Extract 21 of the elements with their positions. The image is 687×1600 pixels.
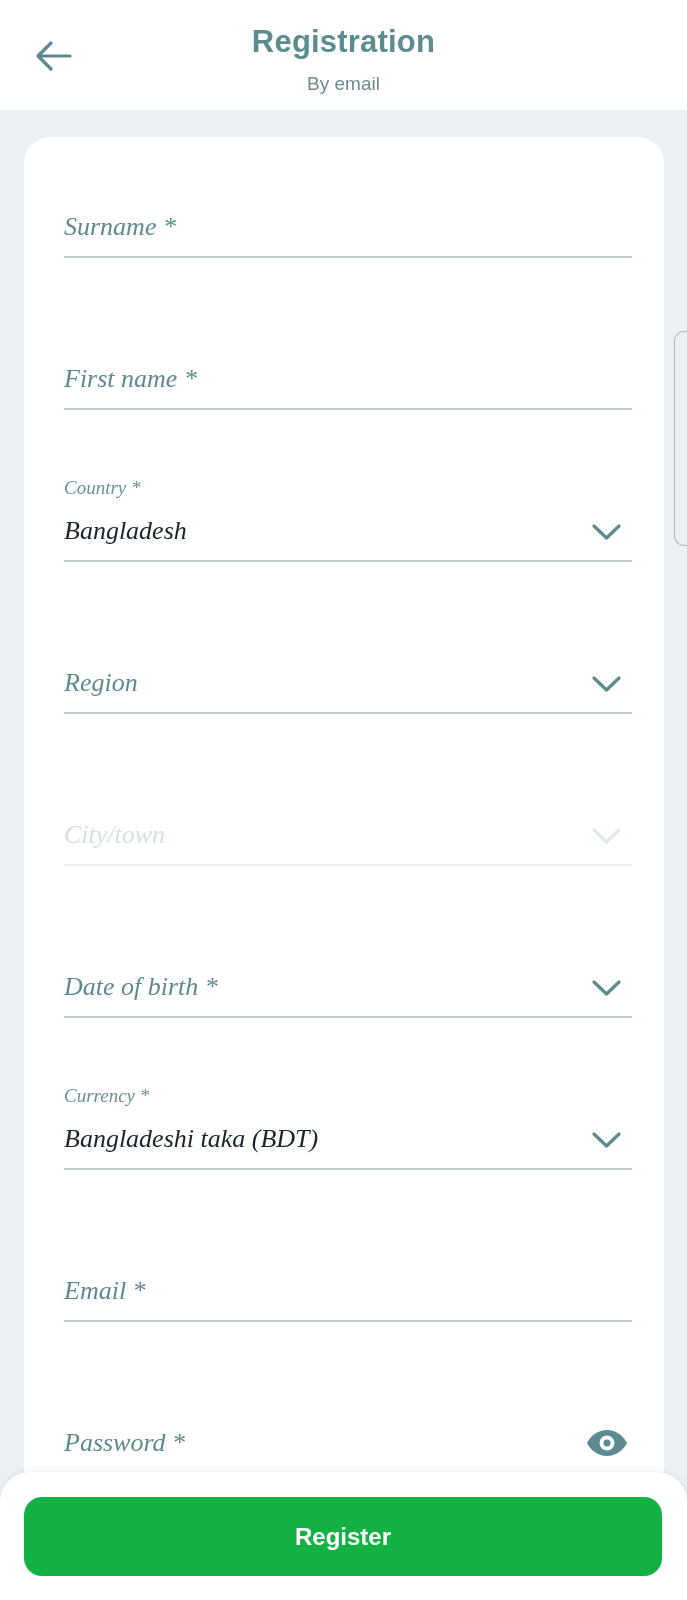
back-button[interactable]	[36, 41, 72, 71]
chevron-down-icon	[592, 524, 621, 540]
arrow-left-icon	[36, 41, 72, 71]
chevron-down-icon	[592, 676, 621, 692]
chevron-down-icon	[592, 980, 621, 996]
eye-icon[interactable]	[587, 1430, 627, 1456]
text-field[interactable]: Surname *	[64, 212, 632, 258]
dropdown-field[interactable]: Date of birth *	[64, 972, 632, 1018]
dropdown-field[interactable]: Bangladeshi taka (BDT)	[64, 1124, 632, 1170]
page-subtitle: By email	[307, 72, 380, 96]
chevron-down-icon	[592, 828, 621, 844]
dropdown-field[interactable]: Region	[64, 668, 632, 714]
register-button[interactable]: Register	[24, 1497, 662, 1576]
scroll-handle[interactable]	[674, 331, 687, 546]
chevron-down-icon	[592, 1132, 621, 1148]
dropdown-field[interactable]: Bangladesh	[64, 516, 632, 562]
field-label: Currency *	[64, 1084, 150, 1108]
page-title: Registration	[251, 23, 436, 61]
field-label: Country *	[64, 476, 141, 500]
text-field[interactable]: First name *	[64, 364, 632, 410]
text-field[interactable]: Email *	[64, 1276, 632, 1322]
